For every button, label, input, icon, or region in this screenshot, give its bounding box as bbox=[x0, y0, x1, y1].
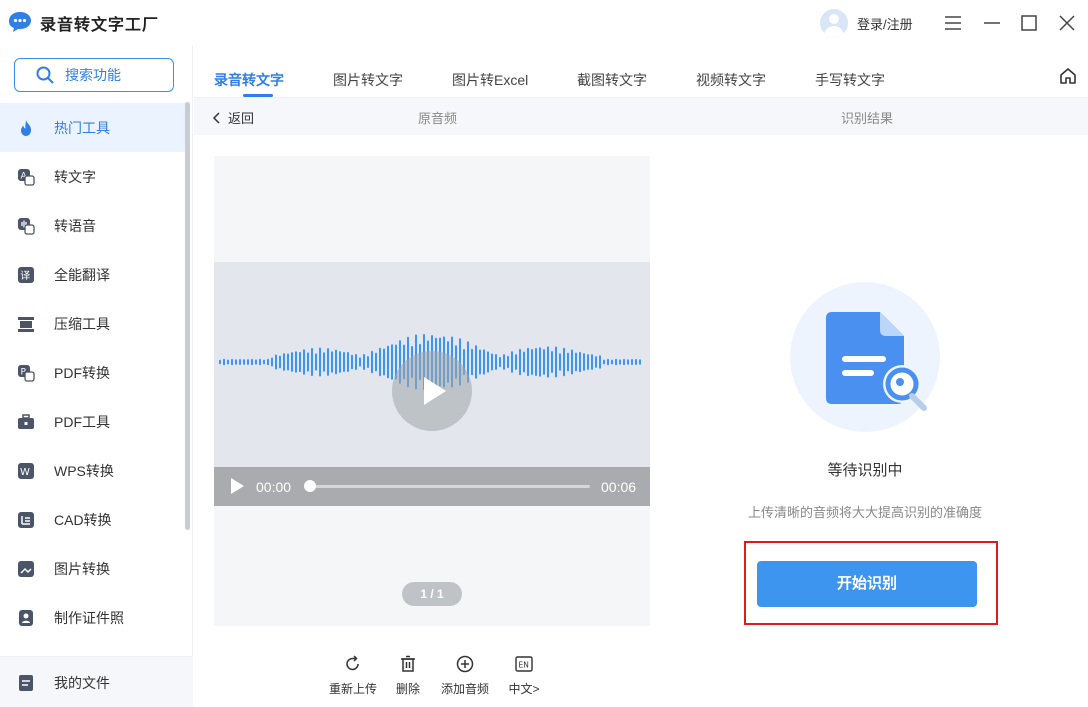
sidebar-item-image-convert[interactable]: 图片转换 bbox=[0, 544, 186, 593]
svg-text:W: W bbox=[20, 467, 30, 478]
my-files-label: 我的文件 bbox=[54, 675, 110, 691]
sidebar-item-label: PDF工具 bbox=[54, 413, 110, 430]
svg-text:译: 译 bbox=[20, 270, 30, 282]
tab-audio-to-text[interactable]: 录音转文字 bbox=[214, 70, 284, 90]
active-tab-indicator bbox=[243, 94, 273, 97]
trash-icon bbox=[401, 655, 415, 672]
sidebar-scrollbar[interactable] bbox=[185, 102, 190, 530]
sidebar-item-label: PDF转换 bbox=[54, 364, 110, 381]
wps-icon: W bbox=[18, 462, 34, 479]
tab-image-to-text[interactable]: 图片转文字 bbox=[333, 70, 403, 90]
home-icon[interactable] bbox=[1058, 66, 1078, 86]
minimize-icon[interactable] bbox=[979, 10, 1005, 36]
upload-hint: 上传清晰的音频将大大提高识别的准确度 bbox=[747, 505, 982, 520]
image-icon bbox=[18, 560, 34, 577]
id-photo-icon bbox=[19, 609, 33, 626]
tab-screenshot-to-text[interactable]: 截图转文字 bbox=[577, 70, 647, 90]
maximize-icon[interactable] bbox=[1016, 10, 1042, 36]
refresh-icon bbox=[346, 655, 359, 671]
pdf-convert-icon: P bbox=[18, 364, 35, 382]
document-search-icon bbox=[826, 312, 927, 411]
sidebar-item-pdf-convert[interactable]: P PDF转换 bbox=[0, 348, 186, 397]
sub-header: 返回 原音频 识别结果 bbox=[194, 98, 1088, 135]
sidebar-item-label: CAD转换 bbox=[54, 511, 112, 528]
sidebar-item-label: 转文字 bbox=[54, 168, 96, 185]
sidebar-item-wps-convert[interactable]: W WPS转换 bbox=[0, 446, 186, 495]
current-time: 00:00 bbox=[256, 479, 292, 495]
tab-image-to-excel[interactable]: 图片转Excel bbox=[452, 70, 528, 90]
reupload-label: 重新上传 bbox=[328, 682, 377, 696]
page-indicator: 1 / 1 bbox=[402, 582, 462, 606]
sidebar-footer: 我的文件 bbox=[0, 656, 193, 707]
back-label: 返回 bbox=[228, 111, 255, 126]
back-button[interactable]: 返回 bbox=[212, 108, 254, 127]
app-logo-icon bbox=[9, 12, 31, 32]
search-function-button[interactable]: 搜索功能 bbox=[14, 58, 174, 92]
start-recognition-button[interactable]: 开始识别 bbox=[757, 561, 977, 607]
language-select-button[interactable]: EN 中文> bbox=[494, 654, 554, 697]
login-register-button[interactable]: 登录/注册 bbox=[820, 8, 913, 38]
file-icon bbox=[19, 675, 33, 691]
translate-icon: 译 bbox=[18, 266, 34, 283]
sidebar-item-label: 全能翻译 bbox=[54, 266, 110, 283]
plus-circle-icon bbox=[456, 655, 474, 673]
sidebar-item-hot-tools[interactable]: 热门工具 bbox=[0, 103, 186, 152]
audio-player-controls: 00:00 00:06 bbox=[214, 467, 650, 506]
reupload-button[interactable]: 重新上传 bbox=[323, 654, 383, 697]
sidebar-item-id-photo[interactable]: 制作证件照 bbox=[0, 593, 186, 642]
tab-handwriting-to-text[interactable]: 手写转文字 bbox=[815, 70, 885, 90]
progress-track[interactable] bbox=[310, 485, 590, 488]
add-audio-button[interactable]: 添加音频 bbox=[435, 654, 495, 697]
recognition-result-label: 识别结果 bbox=[841, 111, 894, 126]
sidebar: 搜索功能 热门工具 A 转文字 转语音 译 全能翻译 压缩工具 P PDF转换 bbox=[0, 46, 193, 707]
duration-time: 00:06 bbox=[601, 479, 637, 495]
svg-text:EN: EN bbox=[519, 661, 529, 670]
app-title: 录音转文字工厂 bbox=[40, 17, 160, 34]
sidebar-item-pdf-tools[interactable]: PDF工具 bbox=[0, 397, 186, 446]
sidebar-item-label: 转语音 bbox=[54, 217, 96, 234]
close-icon[interactable] bbox=[1054, 10, 1080, 36]
delete-label: 删除 bbox=[395, 682, 420, 696]
avatar bbox=[820, 9, 848, 37]
play-overlay-button[interactable] bbox=[392, 351, 472, 431]
sidebar-item-label: 制作证件照 bbox=[54, 609, 124, 626]
add-audio-label: 添加音频 bbox=[440, 682, 489, 696]
text-convert-icon: A bbox=[18, 168, 35, 186]
search-label: 搜索功能 bbox=[65, 67, 121, 83]
sidebar-nav: 热门工具 A 转文字 转语音 译 全能翻译 压缩工具 P PDF转换 PDF工具… bbox=[0, 103, 186, 642]
cad-icon bbox=[18, 511, 34, 528]
search-icon bbox=[36, 66, 54, 84]
language-icon: EN bbox=[515, 656, 533, 672]
delete-button[interactable]: 删除 bbox=[378, 654, 438, 697]
sidebar-item-compress[interactable]: 压缩工具 bbox=[0, 299, 186, 348]
fire-icon bbox=[21, 119, 31, 136]
chevron-left-icon bbox=[212, 111, 220, 124]
compress-icon bbox=[18, 316, 34, 332]
sidebar-item-cad-convert[interactable]: CAD转换 bbox=[0, 495, 186, 544]
recognition-status: 等待识别中 bbox=[827, 462, 903, 479]
title-bar: 录音转文字工厂 登录/注册 bbox=[0, 0, 1088, 46]
original-audio-label: 原音频 bbox=[418, 111, 458, 126]
sidebar-item-label: 压缩工具 bbox=[54, 315, 110, 332]
sidebar-item-label: 图片转换 bbox=[54, 560, 110, 577]
sidebar-item-label: 热门工具 bbox=[54, 119, 110, 136]
sidebar-item-label: WPS转换 bbox=[54, 462, 114, 479]
sidebar-item-to-text[interactable]: A 转文字 bbox=[0, 152, 186, 201]
menu-icon[interactable] bbox=[940, 10, 966, 36]
sidebar-item-translate[interactable]: 译 全能翻译 bbox=[0, 250, 186, 299]
sidebar-item-to-voice[interactable]: 转语音 bbox=[0, 201, 186, 250]
login-label: 登录/注册 bbox=[857, 16, 913, 32]
language-label: 中文> bbox=[508, 682, 540, 696]
my-files-button[interactable]: 我的文件 bbox=[17, 673, 110, 693]
toolbox-icon bbox=[18, 413, 34, 429]
play-icon[interactable] bbox=[231, 478, 244, 494]
voice-icon bbox=[18, 217, 35, 235]
tab-video-to-text[interactable]: 视频转文字 bbox=[696, 70, 766, 90]
progress-handle[interactable] bbox=[304, 480, 316, 492]
